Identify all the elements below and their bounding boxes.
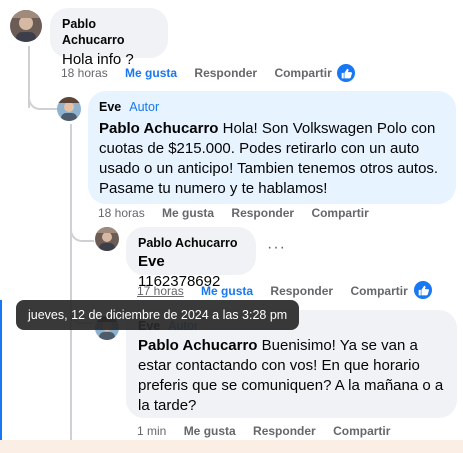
comment-author[interactable]: Pablo Achucarro xyxy=(62,16,156,48)
comment-time[interactable]: 1 min xyxy=(137,424,166,438)
reply-button[interactable]: Responder xyxy=(270,284,333,298)
more-options-icon[interactable]: ··· xyxy=(267,239,286,257)
like-reaction-badge[interactable] xyxy=(337,64,355,82)
share-button[interactable]: Compartir xyxy=(350,284,407,298)
avatar[interactable] xyxy=(57,97,81,121)
share-button[interactable]: Compartir xyxy=(274,66,331,80)
mention-link[interactable]: Pablo Achucarro xyxy=(99,120,218,137)
reply-button[interactable]: Responder xyxy=(194,66,257,80)
mention-link[interactable]: Pablo Achucarro xyxy=(138,337,257,354)
comment-actions: 1 min Me gusta Responder Compartir xyxy=(137,424,404,438)
comment-actions: 18 horas Me gusta Responder Compartir xyxy=(61,66,346,80)
thread-elbow-reply-1 xyxy=(28,92,58,110)
like-button[interactable]: Me gusta xyxy=(125,66,177,80)
comment-bubble-highlighted: Eve Autor Pablo Achucarro Hola! Son Volks… xyxy=(88,91,456,204)
like-thumb-icon xyxy=(418,285,429,295)
bottom-bar xyxy=(0,440,463,453)
comment-bubble: Pablo Achucarro Hola info ? xyxy=(50,8,168,68)
timestamp-tooltip: jueves, 12 de diciembre de 2024 a las 3:… xyxy=(16,300,300,330)
like-thumb-icon xyxy=(341,68,352,78)
share-button[interactable]: Compartir xyxy=(333,424,390,438)
like-button[interactable]: Me gusta xyxy=(201,284,253,298)
like-button[interactable]: Me gusta xyxy=(162,206,214,220)
comment-time[interactable]: 18 horas xyxy=(98,206,145,220)
thread-line-reply xyxy=(70,124,72,453)
reply-button[interactable]: Responder xyxy=(231,206,294,220)
focus-edge xyxy=(0,300,2,440)
like-button[interactable]: Me gusta xyxy=(184,424,236,438)
avatar[interactable] xyxy=(95,227,119,251)
comment-time[interactable]: 18 horas xyxy=(61,66,108,80)
comment-author[interactable]: Pablo Achucarro xyxy=(138,235,244,251)
comment-author: Eve Autor xyxy=(99,99,444,115)
comment-text: Pablo Achucarro Hola! Son Volkswagen Pol… xyxy=(99,119,444,199)
comment-actions: 17 horas Me gusta Responder Compartir xyxy=(137,284,422,298)
comment-bubble: Pablo Achucarro Eve 1162378692 xyxy=(126,227,256,290)
comment-actions: 18 horas Me gusta Responder Compartir xyxy=(98,206,383,220)
reply-button[interactable]: Responder xyxy=(253,424,316,438)
author-name[interactable]: Eve xyxy=(99,100,121,114)
thread-elbow-reply-2 xyxy=(70,222,94,242)
comment-text: Pablo Achucarro Buenisimo! Ya se van a e… xyxy=(138,336,445,416)
author-badge: Autor xyxy=(129,100,160,114)
like-reaction-badge[interactable] xyxy=(414,281,432,299)
comment-time[interactable]: 17 horas xyxy=(137,284,184,298)
share-button[interactable]: Compartir xyxy=(311,206,368,220)
avatar[interactable] xyxy=(10,10,42,42)
mention-link[interactable]: Eve xyxy=(138,253,165,270)
